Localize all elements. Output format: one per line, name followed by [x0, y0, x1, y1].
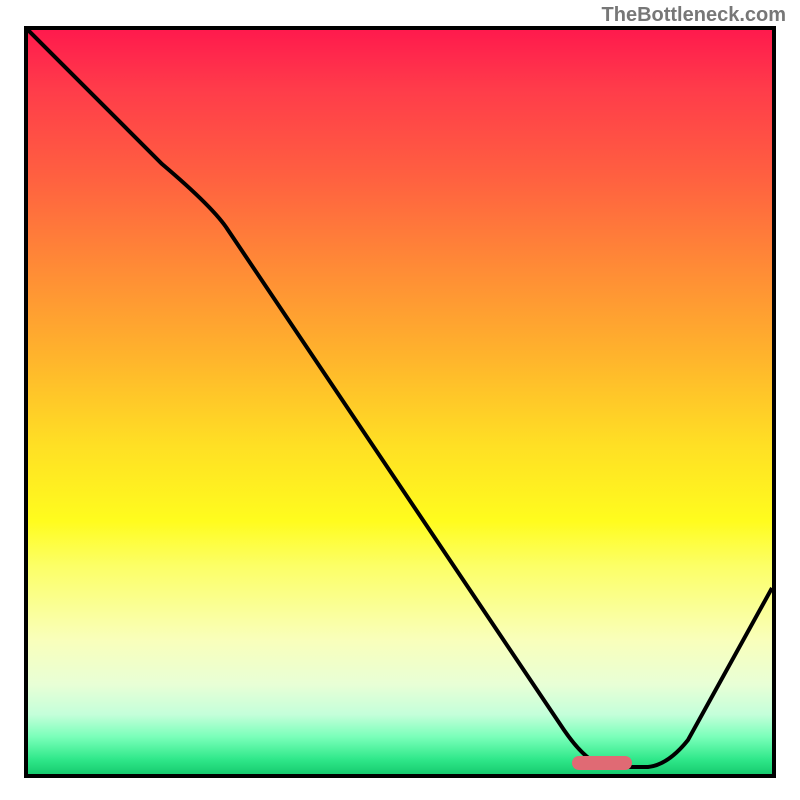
- bottleneck-curve: [28, 30, 772, 767]
- optimal-marker: [572, 756, 632, 770]
- watermark-text: TheBottleneck.com: [602, 4, 786, 27]
- curve-svg: [28, 30, 772, 774]
- plot-frame: [24, 26, 776, 778]
- chart-container: TheBottleneck.com: [0, 0, 800, 800]
